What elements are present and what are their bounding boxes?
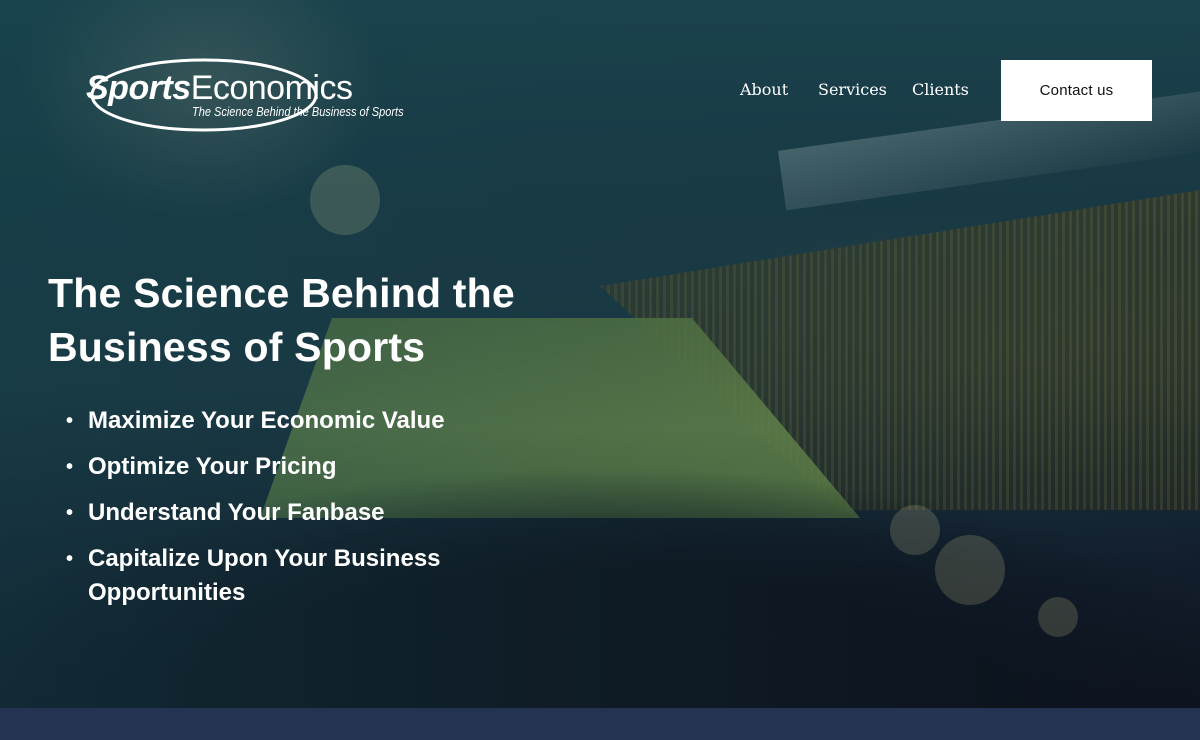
bullet-icon: • bbox=[66, 548, 74, 570]
logo-wordmark-regular: Economics bbox=[190, 69, 353, 107]
lens-flare bbox=[890, 505, 940, 555]
bullet-icon: • bbox=[66, 502, 74, 524]
nav-about[interactable]: About bbox=[740, 80, 788, 99]
lens-flare bbox=[935, 535, 1005, 605]
logo-tagline: The Science Behind the Business of Sport… bbox=[192, 105, 404, 119]
list-item: • Capitalize Upon Your Business Opportuni… bbox=[66, 542, 526, 610]
bullet-icon: • bbox=[66, 410, 74, 432]
nav-services[interactable]: Services bbox=[818, 80, 887, 99]
lens-flare bbox=[310, 165, 380, 235]
bullet-text: Optimize Your Pricing bbox=[88, 453, 337, 480]
logo-wordmark: SportsEconomics bbox=[86, 69, 353, 108]
hero-headline: The Science Behind the Business of Sport… bbox=[48, 270, 515, 370]
nav-clients[interactable]: Clients bbox=[912, 80, 969, 99]
footer-band bbox=[0, 708, 1200, 740]
logo-wordmark-bold: Sports bbox=[86, 69, 191, 107]
list-item: • Optimize Your Pricing bbox=[66, 450, 526, 484]
bullet-icon: • bbox=[66, 456, 74, 478]
logo-link[interactable]: SportsEconomics The Science Behind the B… bbox=[82, 55, 404, 140]
hero-bullet-list: • Maximize Your Economic Value • Optimize … bbox=[66, 404, 526, 622]
contact-us-button[interactable]: Contact us bbox=[1001, 60, 1152, 121]
bullet-text: Understand Your Fanbase bbox=[88, 499, 385, 526]
lens-flare bbox=[1038, 597, 1078, 637]
list-item: • Understand Your Fanbase bbox=[66, 496, 526, 530]
list-item: • Maximize Your Economic Value bbox=[66, 404, 526, 438]
bullet-text: Capitalize Upon Your Business Opportunit… bbox=[88, 545, 441, 606]
bullet-text: Maximize Your Economic Value bbox=[88, 407, 445, 434]
